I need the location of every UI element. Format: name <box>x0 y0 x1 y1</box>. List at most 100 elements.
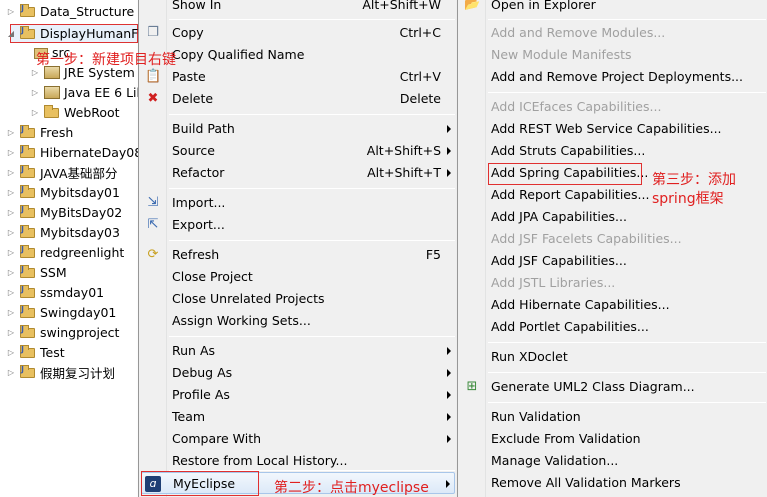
menu-item-source[interactable]: Source Alt+Shift+S <box>139 140 457 162</box>
menu-item-delete[interactable]: ✖ Delete Delete <box>139 88 457 110</box>
menu-item-label: Open in Explorer <box>491 0 596 12</box>
menu-item-open-in-explorer[interactable]: 📂 Open in Explorer <box>458 0 767 16</box>
menu-item-label: Add and Remove Modules... <box>491 25 666 40</box>
menu-item-add-remove-modules[interactable]: Add and Remove Modules... <box>458 22 767 44</box>
tree-item-redgreenlight[interactable]: ▷ J redgreenlight <box>6 242 124 262</box>
expand-arrow-icon[interactable]: ▷ <box>6 368 16 377</box>
expand-arrow-icon[interactable]: ▷ <box>6 268 16 277</box>
tree-item-ssm[interactable]: ▷ J SSM <box>6 262 67 282</box>
menu-item-label: Close Unrelated Projects <box>172 291 325 306</box>
menu-item-exclude-from-validation[interactable]: Exclude From Validation <box>458 428 767 450</box>
menu-item-label: Exclude From Validation <box>491 431 641 446</box>
menu-item-run-as[interactable]: Run As <box>139 340 457 362</box>
menu-separator <box>169 114 455 115</box>
java-project-icon: J <box>20 365 36 379</box>
expand-arrow-icon[interactable]: ▷ <box>6 328 16 337</box>
expand-arrow-icon[interactable]: ▷ <box>6 248 16 257</box>
expand-arrow-icon[interactable]: ▷ <box>6 148 16 157</box>
tree-item-webroot[interactable]: ▷ WebRoot <box>30 102 120 122</box>
menu-item-show-in[interactable]: Show In Alt+Shift+W <box>139 0 457 16</box>
tree-item-test[interactable]: ▷ J Test <box>6 342 65 362</box>
tree-item-fresh[interactable]: ▷ J Fresh <box>6 122 73 142</box>
java-project-icon: J <box>20 245 36 259</box>
menu-item-assign-working-sets[interactable]: Assign Working Sets... <box>139 310 457 332</box>
menu-item-label: Copy <box>172 25 204 40</box>
menu-item-add-jsf-facelets[interactable]: Add JSF Facelets Capabilities... <box>458 228 767 250</box>
menu-item-manage-validation[interactable]: Manage Validation... <box>458 450 767 472</box>
tree-item-hibernateday08[interactable]: ▷ J HibernateDay08 <box>6 142 140 162</box>
expand-arrow-icon[interactable]: ▷ <box>30 88 40 97</box>
menu-item-add-jstl[interactable]: Add JSTL Libraries... <box>458 272 767 294</box>
expand-arrow-icon[interactable]: ▷ <box>6 188 16 197</box>
menu-item-add-struts[interactable]: Add Struts Capabilities... <box>458 140 767 162</box>
menu-item-copy-qualified-name[interactable]: Copy Qualified Name <box>139 44 457 66</box>
menu-item-add-portlet[interactable]: Add Portlet Capabilities... <box>458 316 767 338</box>
menu-item-copy[interactable]: ❐ Copy Ctrl+C <box>139 22 457 44</box>
menu-item-add-hibernate[interactable]: Add Hibernate Capabilities... <box>458 294 767 316</box>
expand-arrow-icon[interactable]: ▷ <box>6 348 16 357</box>
menu-item-import[interactable]: ⇲ Import... <box>139 192 457 214</box>
menu-item-label: Generate UML2 Class Diagram... <box>491 379 695 394</box>
expand-arrow-icon[interactable]: ▷ <box>6 7 16 16</box>
tree-item-mybitsday03[interactable]: ▷ J Mybitsday03 <box>6 222 120 242</box>
menu-item-team[interactable]: Team <box>139 406 457 428</box>
expand-arrow-icon[interactable]: ▷ <box>6 128 16 137</box>
myeclipse-highlight-box <box>141 471 259 496</box>
submenu-arrow-icon <box>447 169 451 177</box>
menu-item-remove-validation-markers[interactable]: Remove All Validation Markers <box>458 472 767 494</box>
menu-item-restore-from-local-history[interactable]: Restore from Local History... <box>139 450 457 472</box>
expand-arrow-icon[interactable]: ▷ <box>6 208 16 217</box>
expand-arrow-icon[interactable]: ▷ <box>6 288 16 297</box>
tree-item-label: SSM <box>40 264 67 280</box>
shortcut-label: Delete <box>399 91 441 106</box>
tree-item-label: Swingday01 <box>40 304 117 320</box>
menu-item-compare-with[interactable]: Compare With <box>139 428 457 450</box>
tree-item-mybitsday01[interactable]: ▷ J Mybitsday01 <box>6 182 120 202</box>
expand-arrow-icon[interactable]: ▷ <box>6 228 16 237</box>
tree-item-javaee6-library[interactable]: ▷ Java EE 6 Lib <box>30 82 140 102</box>
menu-item-run-validation[interactable]: Run Validation <box>458 406 767 428</box>
collapse-arrow-icon[interactable]: ◢ <box>6 29 16 38</box>
menu-separator <box>169 19 455 20</box>
tree-item-label: JAVA基础部分 <box>40 165 118 181</box>
menu-item-run-xdoclet[interactable]: Run XDoclet <box>458 346 767 368</box>
menu-item-label: Manage Validation... <box>491 453 619 468</box>
tree-item-ssmday01[interactable]: ▷ J ssmday01 <box>6 282 104 302</box>
tree-item-swingproject[interactable]: ▷ J swingproject <box>6 322 120 342</box>
menu-item-profile-as[interactable]: Profile As <box>139 384 457 406</box>
submenu-arrow-icon <box>447 413 451 421</box>
tree-item-displayhumanfa[interactable]: ◢ J DisplayHumanFa <box>6 23 140 43</box>
menu-item-debug-as[interactable]: Debug As <box>139 362 457 384</box>
menu-item-refresh[interactable]: ⟳ Refresh F5 <box>139 244 457 266</box>
menu-item-add-jpa[interactable]: Add JPA Capabilities... <box>458 206 767 228</box>
menu-item-label: Assign Working Sets... <box>172 313 311 328</box>
tree-item-swingday01[interactable]: ▷ J Swingday01 <box>6 302 116 322</box>
menu-item-close-project[interactable]: Close Project <box>139 266 457 288</box>
menu-item-close-unrelated-projects[interactable]: Close Unrelated Projects <box>139 288 457 310</box>
menu-item-label: Refresh <box>172 247 220 262</box>
submenu-arrow-icon <box>447 391 451 399</box>
menu-separator <box>488 342 766 343</box>
menu-item-add-jsf[interactable]: Add JSF Capabilities... <box>458 250 767 272</box>
tree-item-holiday-review-plan[interactable]: ▷ J 假期复习计划 <box>6 362 115 382</box>
menu-item-label: Profile As <box>172 387 230 402</box>
menu-item-generate-uml2[interactable]: ⊞ Generate UML2 Class Diagram... <box>458 376 767 398</box>
expand-arrow-icon[interactable]: ▷ <box>6 168 16 177</box>
tree-item-data-structure[interactable]: ▷ J Data_Structure <box>6 1 134 21</box>
menu-item-export[interactable]: ⇱ Export... <box>139 214 457 236</box>
tree-item-java-basics[interactable]: ▷ J JAVA基础部分 <box>6 162 118 182</box>
menu-item-add-remove-deployments[interactable]: Add and Remove Project Deployments... <box>458 66 767 88</box>
menu-item-paste[interactable]: 📋 Paste Ctrl+V <box>139 66 457 88</box>
menu-item-refactor[interactable]: Refactor Alt+Shift+T <box>139 162 457 184</box>
menu-item-build-path[interactable]: Build Path <box>139 118 457 140</box>
tree-item-mybitsday02[interactable]: ▷ J MyBitsDay02 <box>6 202 122 222</box>
menu-item-add-icefaces[interactable]: Add ICEfaces Capabilities... <box>458 96 767 118</box>
menu-item-label: Compare With <box>172 431 262 446</box>
menu-item-add-rest[interactable]: Add REST Web Service Capabilities... <box>458 118 767 140</box>
expand-arrow-icon[interactable]: ▷ <box>6 308 16 317</box>
submenu-arrow-icon <box>447 347 451 355</box>
shortcut-label: Ctrl+C <box>399 25 441 40</box>
expand-arrow-icon[interactable]: ▷ <box>30 108 40 117</box>
java-project-icon: J <box>20 305 36 319</box>
menu-item-new-module-manifests[interactable]: New Module Manifests <box>458 44 767 66</box>
